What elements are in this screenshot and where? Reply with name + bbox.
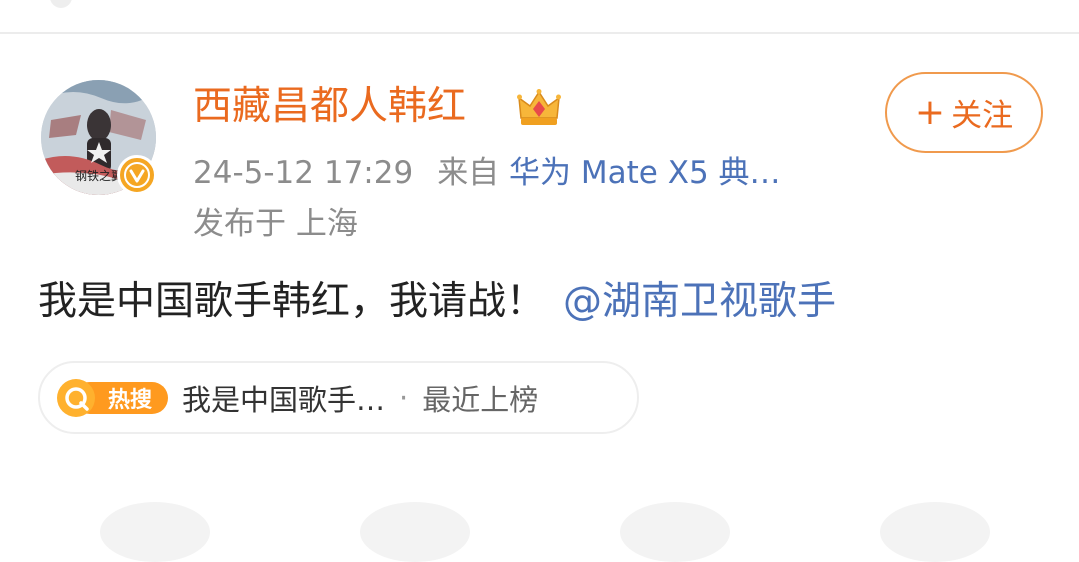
bottom-action-shadow: [620, 502, 730, 562]
post-location: 发布于 上海: [193, 206, 358, 242]
mention-link[interactable]: @湖南卫视歌手: [563, 279, 836, 324]
crown-icon[interactable]: [517, 88, 561, 128]
plus-icon: +: [914, 91, 946, 133]
post-meta: 24-5-12 17:29 来自 华为 Mate X5 典…: [193, 153, 781, 193]
verified-badge-icon: [117, 155, 157, 195]
post-text: 我是中国歌手韩红，我请战！: [38, 279, 546, 324]
bottom-action-shadow: [360, 502, 470, 562]
bottom-action-shadow: [100, 502, 210, 562]
post-source[interactable]: 华为 Mate X5 典…: [509, 155, 781, 191]
post-time: 24-5-12 17:29: [193, 155, 414, 191]
hot-search-chip[interactable]: 热搜 我是中国歌手… · 最近上榜: [38, 361, 639, 434]
follow-button-label: 关注: [951, 98, 1014, 134]
divider: [0, 32, 1079, 34]
hot-search-badge-label: 热搜: [108, 387, 153, 413]
source-prefix: 来自: [437, 155, 500, 191]
top-partial-icon: [50, 0, 72, 8]
avatar-badge-text: 钢铁之翼: [75, 169, 123, 183]
hot-search-q-icon: 热搜: [57, 378, 168, 417]
follow-button[interactable]: + 关注: [885, 72, 1043, 153]
author-name[interactable]: 西藏昌都人韩红: [193, 83, 466, 131]
hot-search-separator: ·: [399, 380, 409, 415]
hot-search-topic: 我是中国歌手…: [182, 382, 386, 417]
hot-search-badge: 热搜: [56, 376, 168, 420]
hot-search-status: 最近上榜: [422, 382, 539, 417]
post-body: 我是中国歌手韩红，我请战！ @湖南卫视歌手: [38, 277, 836, 327]
bottom-action-shadow: [880, 502, 990, 562]
